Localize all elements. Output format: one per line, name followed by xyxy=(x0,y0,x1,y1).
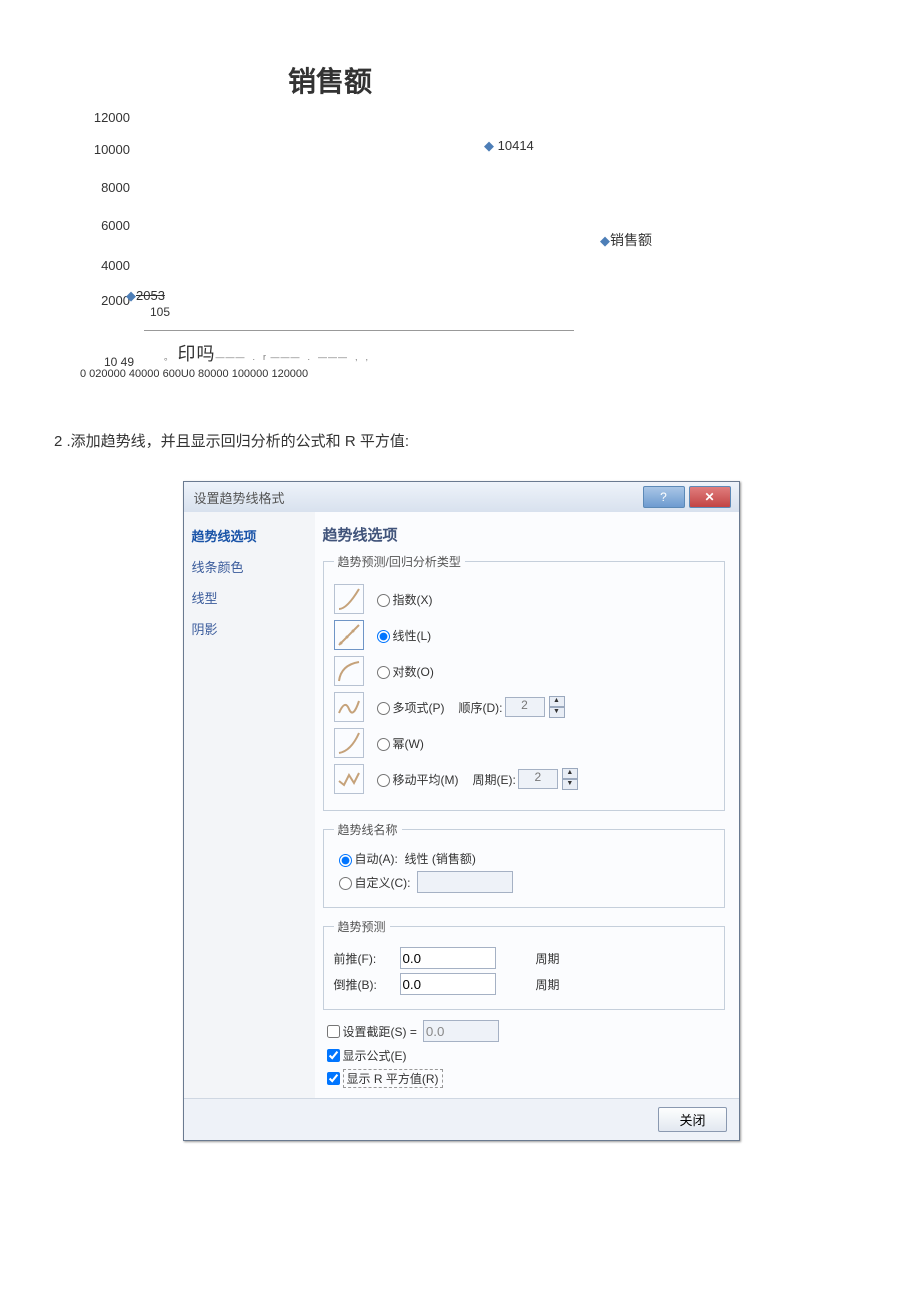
dialog-sidebar: 趋势线选项 线条颜色 线型 阴影 xyxy=(184,512,315,1098)
poly-order-input[interactable]: 2 xyxy=(505,697,545,717)
dialog-close-button[interactable]: 关闭 xyxy=(658,1107,726,1132)
moving-average-radio[interactable] xyxy=(377,774,390,787)
data-label-1: ◆2053 xyxy=(126,288,165,304)
linear-icon xyxy=(334,620,364,650)
exponential-label: 指数(X) xyxy=(393,591,433,608)
exponential-icon xyxy=(334,584,364,614)
close-button[interactable]: ✕ xyxy=(689,486,731,508)
logarithmic-label: 对数(O) xyxy=(393,663,434,680)
exponential-radio[interactable] xyxy=(377,594,390,607)
sidebar-item-shadow[interactable]: 阴影 xyxy=(192,619,307,638)
chart-legend: ◆销售额 xyxy=(600,230,652,250)
trendline-name-group: 趋势线名称 自动(A): 线性 (销售额) 自定义(C): xyxy=(323,821,725,908)
forward-input[interactable] xyxy=(400,947,496,969)
backward-label: 倒推(B): xyxy=(334,976,394,993)
panel-heading: 趋势线选项 xyxy=(323,524,725,545)
diamond-icon: ◆ xyxy=(126,288,136,303)
mavg-period-label: 周期(E): xyxy=(473,771,516,788)
linear-radio[interactable] xyxy=(377,630,390,643)
y-tick: 2000 xyxy=(80,293,130,308)
x-label-105: 105 xyxy=(150,305,170,319)
regression-type-group: 趋势预测/回归分析类型 指数(X) 线性(L) xyxy=(323,553,725,811)
backward-input[interactable] xyxy=(400,973,496,995)
logarithmic-radio[interactable] xyxy=(377,666,390,679)
y-tick: 6000 xyxy=(80,218,130,233)
backward-unit: 周期 xyxy=(536,976,560,993)
mavg-period-input[interactable]: 2 xyxy=(518,769,558,789)
forward-label: 前推(F): xyxy=(334,950,394,967)
show-r2-label: 显示 R 平方值(R) xyxy=(343,1069,443,1088)
sidebar-item-line-style[interactable]: 线型 xyxy=(192,588,307,607)
plot-area: ◆2053 105 ◆ 10414 。 印吗——— . r ——— . ——— … xyxy=(144,110,574,331)
sales-chart: 销售额 12000 10000 8000 6000 4000 2000 ◆205… xyxy=(60,60,880,390)
diamond-icon: ◆ xyxy=(600,233,610,248)
show-equation-checkbox[interactable] xyxy=(327,1049,340,1062)
trendline-format-dialog: 设置趋势线格式 ? ✕ 趋势线选项 线条颜色 线型 阴影 趋势线选项 趋势预测/… xyxy=(183,481,740,1141)
show-r2-checkbox[interactable] xyxy=(327,1072,340,1085)
chart-title: 销售额 xyxy=(120,60,540,100)
x-tick-row-2: 0 020000 40000 600U0 80000 100000 120000 xyxy=(80,368,308,380)
power-label: 幂(W) xyxy=(393,735,424,752)
step-caption: 2 .添加趋势线，并且显示回归分析的公式和 R 平方值: xyxy=(54,430,880,451)
power-radio[interactable] xyxy=(377,738,390,751)
polynomial-radio[interactable] xyxy=(377,702,390,715)
set-intercept-label: 设置截距(S) = xyxy=(343,1023,417,1040)
auto-name-radio[interactable] xyxy=(339,854,352,867)
custom-name-input[interactable] xyxy=(417,871,513,893)
help-button[interactable]: ? xyxy=(643,486,685,508)
group-legend: 趋势线名称 xyxy=(334,821,402,838)
forecast-group: 趋势预测 前推(F): 周期 倒推(B): 周期 xyxy=(323,918,725,1010)
y-tick: 10000 xyxy=(80,142,130,157)
polynomial-label: 多项式(P) xyxy=(393,699,445,716)
data-label-2: ◆ 10414 xyxy=(484,138,534,154)
polynomial-icon xyxy=(334,692,364,722)
dialog-title: 设置趋势线格式 xyxy=(194,488,639,507)
linear-label: 线性(L) xyxy=(393,627,432,644)
group-legend: 趋势预测 xyxy=(334,918,390,935)
group-legend: 趋势预测/回归分析类型 xyxy=(334,553,465,570)
mavg-period-spinner[interactable]: ▲▼ xyxy=(562,768,578,790)
y-tick: 4000 xyxy=(80,258,130,273)
custom-name-radio[interactable] xyxy=(339,877,352,890)
moving-average-label: 移动平均(M) xyxy=(393,771,459,788)
intercept-input[interactable] xyxy=(423,1020,499,1042)
y-tick: 8000 xyxy=(80,180,130,195)
artifact-text: 。 印吗——— . r ——— . ——— , , xyxy=(164,340,369,366)
x-tick-row-1: 10 49 xyxy=(104,355,134,369)
poly-order-spinner[interactable]: ▲▼ xyxy=(549,696,565,718)
power-icon xyxy=(334,728,364,758)
auto-name-value: 线性 (销售额) xyxy=(405,850,476,867)
sidebar-item-line-color[interactable]: 线条颜色 xyxy=(192,557,307,576)
moving-average-icon xyxy=(334,764,364,794)
set-intercept-checkbox[interactable] xyxy=(327,1025,340,1038)
poly-order-label: 顺序(D): xyxy=(459,699,503,716)
y-tick: 12000 xyxy=(80,110,130,125)
auto-name-label: 自动(A): xyxy=(355,850,398,867)
sidebar-item-trendline-options[interactable]: 趋势线选项 xyxy=(192,526,307,545)
diamond-icon: ◆ xyxy=(484,138,494,153)
forward-unit: 周期 xyxy=(536,950,560,967)
logarithmic-icon xyxy=(334,656,364,686)
custom-name-label: 自定义(C): xyxy=(355,874,411,891)
show-equation-label: 显示公式(E) xyxy=(343,1047,407,1064)
dialog-titlebar[interactable]: 设置趋势线格式 ? ✕ xyxy=(184,482,739,512)
